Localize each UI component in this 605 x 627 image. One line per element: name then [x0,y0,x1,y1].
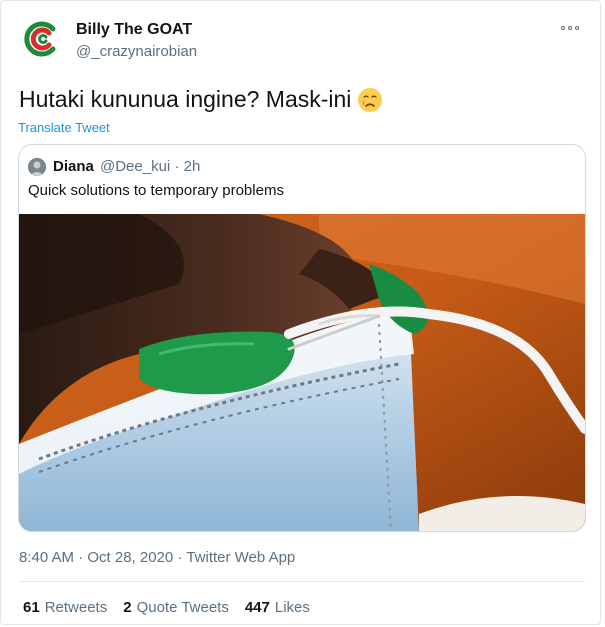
likes-label: Likes [274,599,310,616]
quoted-time: · 2h [174,158,201,175]
author-name[interactable]: Billy The GOAT [76,21,192,39]
translate-tweet-link[interactable]: Translate Tweet [18,120,110,135]
quoted-tweet[interactable]: Diana @Dee_kui · 2h Quick solutions to t… [18,144,586,532]
quoted-avatar[interactable] [28,158,46,176]
likes-stat[interactable]: 447 Likes [245,599,310,616]
avatar-logo-icon [19,17,63,61]
crying-face-emoji-icon [358,87,383,112]
quoted-author-handle-time[interactable]: @Dee_kui · 2h [100,158,200,175]
quoted-author-name[interactable]: Diana [53,158,94,175]
engagement-stats: 61 Retweets 2 Quote Tweets 447 Likes [23,599,310,616]
quoted-photo[interactable] [19,214,585,532]
retweets-count: 61 [23,599,40,616]
retweets-stat[interactable]: 61 Retweets [23,599,107,616]
tweet-text-content: Hutaki kununua ingine? Mask-ini [19,86,352,112]
quoted-author-handle: @Dee_kui [100,158,171,175]
retweets-label: Retweets [44,599,108,616]
more-options-icon[interactable] [561,21,585,35]
avatar[interactable] [19,17,63,61]
tweet-text: Hutaki kununua ingine? Mask-ini [19,86,383,113]
quote-tweets-label: Quote Tweets [136,599,229,616]
quoted-avatar-icon [28,158,46,176]
tweet-card: Billy The GOAT @_crazynairobian Hutaki k… [0,0,601,625]
likes-count: 447 [244,599,270,616]
divider [19,581,585,582]
quoted-text: Quick solutions to temporary problems [28,182,284,199]
author-handle[interactable]: @_crazynairobian [76,43,197,60]
tweet-timestamp[interactable]: 8:40 AM · Oct 28, 2020 · Twitter Web App [19,549,295,566]
quote-tweets-stat[interactable]: 2 Quote Tweets [123,599,229,616]
quote-tweets-count: 2 [123,599,132,616]
